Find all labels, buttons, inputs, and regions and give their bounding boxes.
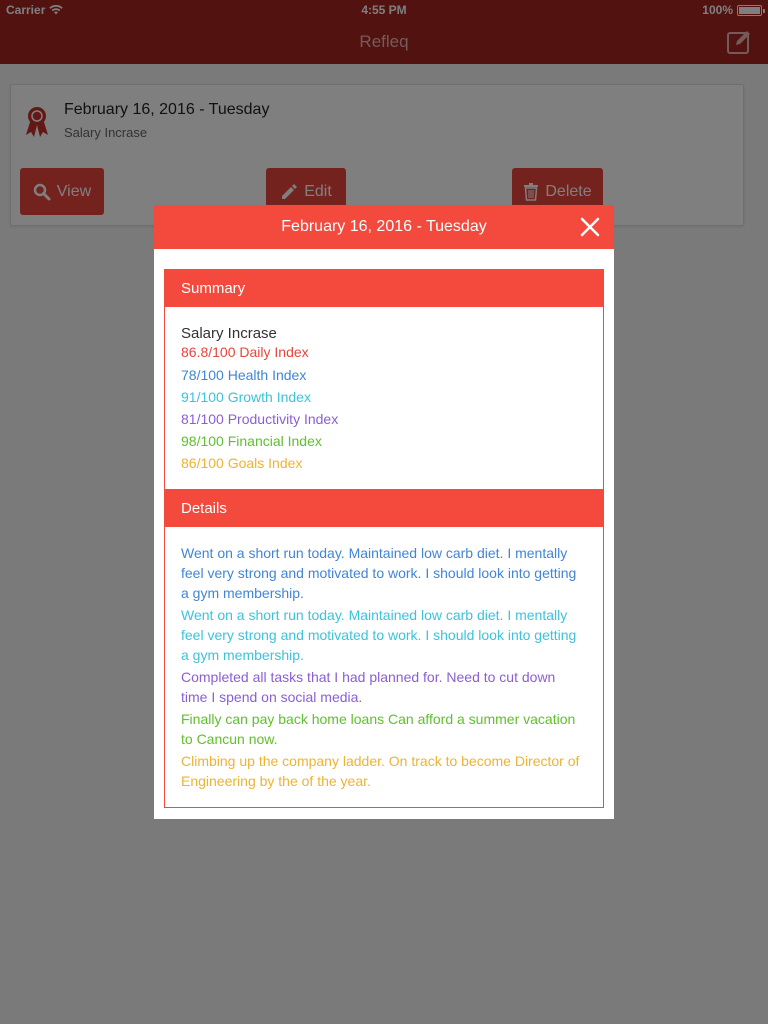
- daily-index: 86.8/100 Daily Index: [181, 344, 309, 360]
- health-note: Went on a short run today. Maintained lo…: [181, 545, 577, 601]
- health-index: 78/100 Health Index: [181, 367, 307, 383]
- financial-index: 98/100 Financial Index: [181, 433, 322, 449]
- growth-index: 91/100 Growth Index: [181, 389, 311, 405]
- summary-heading: Summary: [165, 270, 603, 307]
- details-heading: Details: [165, 490, 603, 527]
- goals-index: 86/100 Goals Index: [181, 455, 303, 471]
- close-icon[interactable]: [580, 217, 600, 237]
- summary-panel: Summary Salary Incrase 86.8/100 Daily In…: [164, 269, 604, 490]
- summary-entry-title: Salary Incrase: [181, 325, 277, 342]
- modal-title: February 16, 2016 - Tuesday: [281, 218, 487, 235]
- productivity-note: Completed all tasks that I had planned f…: [181, 669, 556, 705]
- financial-note: Finally can pay back home loans Can affo…: [181, 711, 576, 747]
- details-panel: Details Went on a short run today. Maint…: [164, 489, 604, 808]
- goals-note: Climbing up the company ladder. On track…: [181, 753, 580, 789]
- modal-header: February 16, 2016 - Tuesday: [154, 205, 614, 249]
- productivity-index: 81/100 Productivity Index: [181, 411, 339, 427]
- growth-note: Went on a short run today. Maintained lo…: [181, 607, 577, 663]
- entry-detail-modal: February 16, 2016 - Tuesday Summary Sala…: [154, 205, 614, 819]
